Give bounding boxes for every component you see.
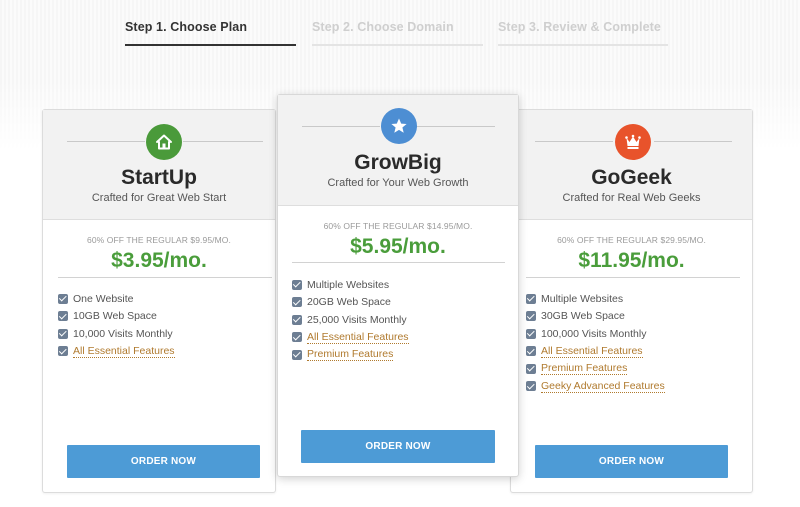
checkbox-icon [526, 346, 536, 357]
checkout-steps: Step 1. Choose Plan Step 2. Choose Domai… [0, 0, 800, 46]
step-review-complete[interactable]: Step 3. Review & Complete [498, 20, 668, 46]
feature-list: Multiple Websites 20GB Web Space 25,000 … [292, 276, 409, 364]
plan-card-startup: StartUp Crafted for Great Web Start 60% … [42, 109, 276, 493]
list-item: All Essential Features [292, 329, 409, 347]
feature-link[interactable]: Geeky Advanced Features [541, 380, 665, 393]
plan-card-gogeek: GoGeek Crafted for Real Web Geeks 60% OF… [510, 109, 753, 493]
divider [526, 277, 740, 278]
list-item: All Essential Features [58, 343, 175, 361]
order-now-button[interactable]: ORDER NOW [535, 445, 728, 478]
plan-tagline: Crafted for Your Web Growth [327, 177, 469, 189]
checkbox-icon [526, 293, 536, 304]
checkbox-icon [526, 363, 536, 374]
feature-link[interactable]: All Essential Features [73, 345, 175, 358]
crown-icon [625, 134, 641, 149]
order-now-button[interactable]: ORDER NOW [67, 445, 260, 478]
plan-name: GrowBig [354, 151, 442, 174]
divider [654, 141, 732, 142]
list-item: 20GB Web Space [292, 294, 409, 312]
divider [417, 126, 495, 127]
list-item: 10,000 Visits Monthly [58, 325, 175, 343]
plan-badge [615, 124, 651, 160]
checkbox-icon [526, 381, 536, 392]
list-item: Premium Features [526, 360, 665, 378]
divider [67, 141, 145, 142]
plan-name: GoGeek [591, 166, 672, 189]
plan-price: $5.95/mo. [350, 235, 446, 258]
plan-tagline: Crafted for Great Web Start [91, 192, 227, 204]
list-item: Multiple Websites [526, 290, 665, 308]
plan-name: StartUp [121, 166, 197, 189]
plan-header: StartUp Crafted for Great Web Start [43, 110, 275, 220]
list-item: Geeky Advanced Features [526, 378, 665, 396]
checkbox-icon [292, 349, 302, 360]
checkbox-icon [292, 297, 302, 308]
list-item: All Essential Features [526, 343, 665, 361]
divider [58, 277, 272, 278]
checkbox-icon [292, 332, 302, 343]
regular-price: 60% OFF THE REGULAR $29.95/MO. [557, 235, 706, 245]
checkbox-icon [292, 279, 302, 290]
regular-price: 60% OFF THE REGULAR $9.95/MO. [87, 235, 231, 245]
plan-badge [146, 124, 182, 160]
list-item: Multiple Websites [292, 276, 409, 294]
checkbox-icon [58, 311, 68, 322]
feature-list: Multiple Websites 30GB Web Space 100,000… [526, 290, 665, 395]
divider [302, 126, 380, 127]
feature-link[interactable]: Premium Features [307, 348, 394, 362]
plan-card-growbig: GrowBig Crafted for Your Web Growth 60% … [277, 94, 519, 477]
plan-price: $11.95/mo. [578, 249, 685, 272]
list-item: 10GB Web Space [58, 308, 175, 326]
plan-badge [381, 108, 417, 144]
step-choose-plan[interactable]: Step 1. Choose Plan [125, 20, 296, 46]
divider [535, 141, 613, 142]
feature-list: One Website 10GB Web Space 10,000 Visits… [58, 290, 175, 360]
list-item: One Website [58, 290, 175, 308]
checkbox-icon [58, 293, 68, 304]
checkbox-icon [526, 328, 536, 339]
list-item: 25,000 Visits Monthly [292, 311, 409, 329]
checkbox-icon [58, 346, 68, 357]
checkbox-icon [292, 314, 302, 325]
list-item: 100,000 Visits Monthly [526, 325, 665, 343]
feature-link[interactable]: All Essential Features [541, 345, 643, 358]
star-icon [391, 118, 407, 133]
checkbox-icon [58, 328, 68, 339]
plan-tagline: Crafted for Real Web Geeks [562, 192, 701, 204]
list-item: Premium Features [292, 346, 409, 364]
feature-link[interactable]: Premium Features [541, 362, 628, 376]
list-item: 30GB Web Space [526, 308, 665, 326]
feature-link[interactable]: All Essential Features [307, 331, 409, 344]
plan-price: $3.95/mo. [111, 249, 207, 272]
divider [183, 141, 263, 142]
step-choose-domain[interactable]: Step 2. Choose Domain [312, 20, 483, 46]
regular-price: 60% OFF THE REGULAR $14.95/MO. [323, 221, 473, 231]
checkbox-icon [526, 311, 536, 322]
divider [292, 262, 505, 263]
plan-header: GrowBig Crafted for Your Web Growth [278, 95, 518, 206]
home-icon [156, 134, 172, 150]
order-now-button[interactable]: ORDER NOW [301, 430, 495, 463]
plan-header: GoGeek Crafted for Real Web Geeks [511, 110, 752, 220]
